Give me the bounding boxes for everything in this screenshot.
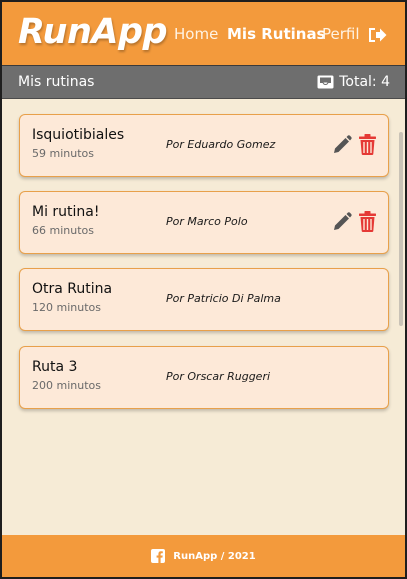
total-label: Total: 4 xyxy=(339,74,390,90)
routine-name: Mi rutina! xyxy=(32,204,100,220)
nav-mis-rutinas[interactable]: Mis Rutinas xyxy=(227,25,326,43)
sign-out-icon[interactable] xyxy=(367,26,387,44)
nav-home[interactable]: Home xyxy=(174,25,218,43)
nav-perfil[interactable]: Perfil xyxy=(322,25,360,43)
routine-duration: 59 minutos xyxy=(32,147,94,160)
total-count: Total: 4 xyxy=(317,74,390,90)
inbox-icon xyxy=(317,75,334,89)
trash-icon[interactable] xyxy=(359,134,376,155)
scrollbar[interactable] xyxy=(399,132,403,326)
routine-duration: 120 minutos xyxy=(32,301,101,314)
routine-author: Por Patricio Di Palma xyxy=(166,292,281,305)
section-bar: Mis rutinas Total: 4 xyxy=(2,65,405,99)
header: RunApp Home Mis Rutinas Perfil xyxy=(2,2,405,65)
routine-name: Ruta 3 xyxy=(32,359,78,375)
routine-card[interactable]: Mi rutina! 66 minutos Por Marco Polo xyxy=(19,191,389,254)
routine-author: Por Marco Polo xyxy=(166,215,248,228)
footer-copyright: RunApp / 2021 xyxy=(173,550,256,562)
pencil-icon[interactable] xyxy=(332,135,352,155)
section-title: Mis rutinas xyxy=(18,74,95,90)
routine-name: Isquiotibiales xyxy=(32,127,125,143)
routine-card[interactable]: Otra Rutina 120 minutos Por Patricio Di … xyxy=(19,268,389,331)
routine-author: Por Eduardo Gomez xyxy=(166,138,276,151)
pencil-icon[interactable] xyxy=(332,212,352,232)
app-logo[interactable]: RunApp xyxy=(18,12,168,52)
routine-name: Otra Rutina xyxy=(32,281,113,297)
routine-duration: 66 minutos xyxy=(32,224,94,237)
routine-card[interactable]: Isquiotibiales 59 minutos Por Eduardo Go… xyxy=(19,114,389,177)
routine-card[interactable]: Ruta 3 200 minutos Por Orscar Ruggeri xyxy=(19,346,389,409)
facebook-icon[interactable] xyxy=(151,549,166,563)
trash-icon[interactable] xyxy=(359,211,376,232)
routine-author: Por Orscar Ruggeri xyxy=(166,370,271,383)
footer: RunApp / 2021 xyxy=(2,535,405,577)
app-frame: RunApp Home Mis Rutinas Perfil Mis rutin… xyxy=(0,0,407,579)
routine-duration: 200 minutos xyxy=(32,379,101,392)
